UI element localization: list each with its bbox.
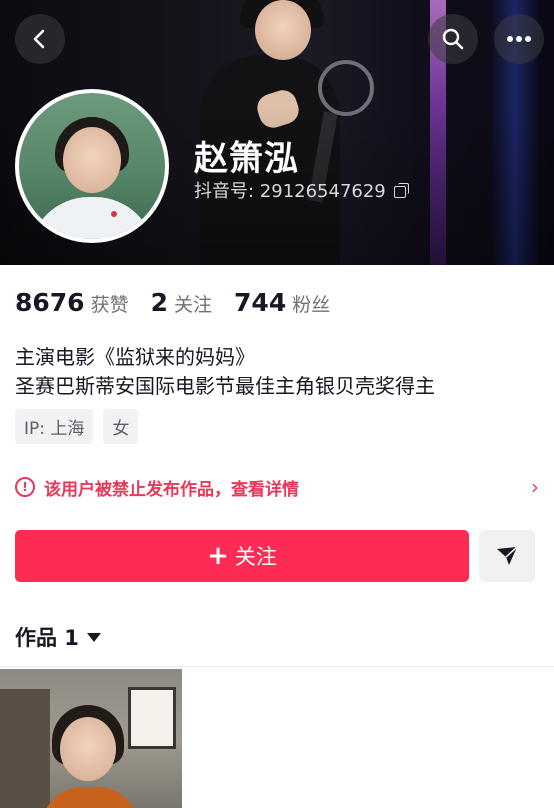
share-button[interactable] [479,530,535,582]
avatar[interactable] [15,89,169,243]
gender-tag: 女 [103,409,139,444]
following-label[interactable]: 关注 [174,290,212,317]
search-icon [442,28,464,50]
douyin-id-text: 抖音号: 29126547629 [194,181,386,202]
bio-line-2: 圣赛巴斯蒂安国际电影节最佳主角银贝壳奖得主 [15,374,435,398]
douyin-id[interactable]: 抖音号: 29126547629 [194,177,409,203]
avatar-face [63,127,121,193]
ban-notice[interactable]: ! 该用户被禁止发布作品，查看详情 › [15,473,539,501]
profile-card: 8676 获赞 2 关注 744 粉丝 主演电影《监狱来的妈妈》 圣赛巴斯蒂安国… [0,265,554,808]
likes-count[interactable]: 8676 [15,288,85,317]
thumb-person-body [42,787,138,808]
followers-label[interactable]: 粉丝 [292,290,330,317]
following-count[interactable]: 2 [151,288,168,317]
follow-button[interactable]: + 关注 [15,530,469,582]
followers-count[interactable]: 744 [234,288,286,317]
avatar-body [29,197,155,239]
caret-down-icon [86,632,101,642]
works-tab-label: 作品 1 [15,626,79,650]
ip-location-tag: IP: 上海 [15,409,94,444]
chevron-right-icon: › [531,475,539,499]
warning-icon: ! [15,477,35,497]
search-button[interactable] [428,14,478,64]
more-dots-icon [507,36,531,42]
back-button[interactable] [15,14,65,64]
divider [0,666,554,667]
avatar-badge-pin [111,211,117,217]
send-icon [497,546,518,565]
profile-name: 赵箫泓 [194,139,299,179]
thumb-person-face [60,717,116,781]
tab-works[interactable]: 作品 1 [15,622,101,652]
likes-label[interactable]: 获赞 [91,290,129,317]
copy-icon[interactable] [393,183,409,198]
profile-bio: 主演电影《监狱来的妈妈》 圣赛巴斯蒂安国际电影节最佳主角银贝壳奖得主 [15,343,435,401]
ban-notice-text: 该用户被禁止发布作品，查看详情 [44,479,299,500]
more-button[interactable] [494,14,544,64]
chevron-left-icon [33,29,45,49]
plus-icon: + [207,541,229,571]
thumb-picture-frame [128,687,176,749]
follow-label: 关注 [234,545,277,569]
bio-line-1: 主演电影《监狱来的妈妈》 [15,345,255,369]
profile-tags: IP: 上海 女 [15,409,139,444]
thumb-bookshelf [0,689,50,808]
video-thumbnail[interactable] [0,669,182,808]
profile-stats: 8676 获赞 2 关注 744 粉丝 [15,288,352,317]
